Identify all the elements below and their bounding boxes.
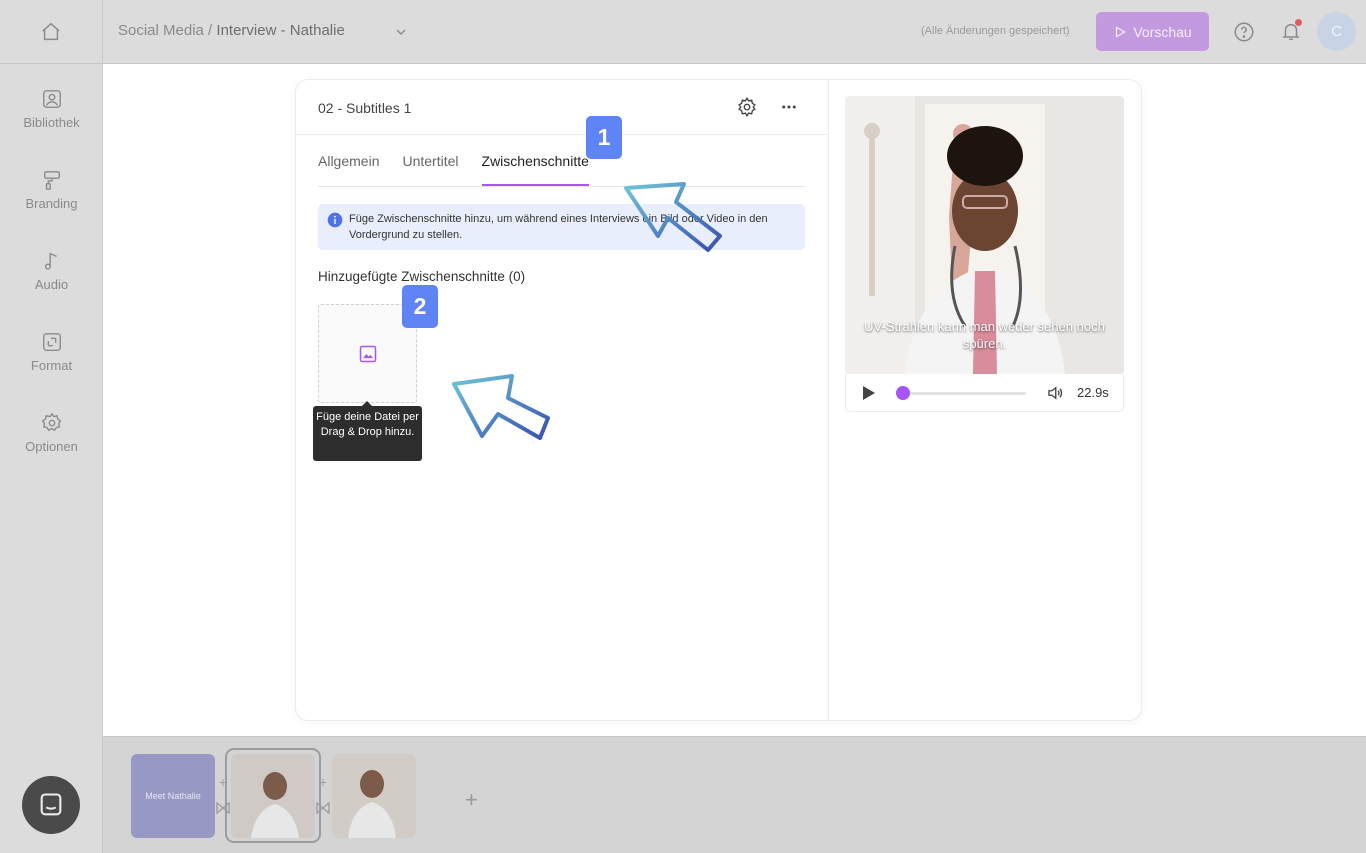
chat-support-button[interactable]	[22, 776, 80, 834]
avatar[interactable]: C	[1317, 12, 1356, 51]
step-badge-2: 2	[402, 285, 438, 328]
pointer-arrow-icon	[624, 182, 722, 252]
tab-allgemein[interactable]: Allgemein	[318, 153, 379, 186]
breadcrumb-current: Interview - Nathalie	[216, 22, 345, 39]
tabs-underline	[318, 186, 805, 187]
scene-thumbnail-image	[231, 754, 315, 838]
sidebar-item-label: Optionen	[25, 439, 78, 454]
add-scene-button[interactable]: +	[465, 787, 478, 813]
more-options-icon[interactable]	[780, 98, 798, 116]
preview-button-label: Vorschau	[1133, 23, 1192, 40]
video-time: 22.9s	[1077, 385, 1109, 400]
added-cutaways-title: Hinzugefügte Zwischenschnitte (0)	[318, 269, 526, 284]
sidebar-item-format[interactable]: Format	[0, 331, 103, 373]
image-icon	[42, 90, 61, 108]
info-icon	[327, 212, 343, 228]
info-banner: Füge Zwischenschnitte hinzu, um während …	[318, 204, 805, 250]
scene-title: 02 - Subtitles 1	[318, 100, 412, 116]
breadcrumb-parent[interactable]: Social Media	[118, 22, 204, 39]
sidebar-item-optionen[interactable]: Optionen	[0, 412, 103, 454]
resize-icon	[42, 333, 61, 351]
tab-zwischenschnitte[interactable]: Zwischenschnitte	[481, 153, 589, 186]
music-note-icon	[44, 252, 57, 270]
scene-thumbnail[interactable]: Meet Nathalie	[131, 754, 215, 838]
step-badge-1: 1	[586, 116, 622, 159]
progress-thumb[interactable]	[896, 386, 911, 400]
breadcrumb: Social Media / Interview - Nathalie	[118, 22, 345, 39]
main-area: 02 - Subtitles 1 Allgemein Untertitel Zw…	[103, 64, 1366, 736]
sidebar-item-branding[interactable]: Branding	[0, 169, 103, 211]
sidebar-item-label: Bibliothek	[23, 115, 80, 130]
topbar: Social Media / Interview - Nathalie (All…	[103, 0, 1366, 64]
scene-editor-card: 02 - Subtitles 1 Allgemein Untertitel Zw…	[296, 80, 1141, 720]
scene-filmstrip: Meet Nathalie + + +	[103, 736, 1366, 853]
gear-icon	[41, 412, 61, 432]
video-subtitle: UV-Strahlen kann man weder sehen noch sp…	[864, 319, 1105, 351]
sidebar-item-bibliothek[interactable]: Bibliothek	[0, 88, 103, 130]
chat-icon	[40, 793, 62, 816]
play-icon[interactable]	[862, 385, 876, 401]
sidebar-item-label: Audio	[34, 277, 69, 292]
chevron-down-icon[interactable]	[393, 24, 409, 40]
paint-roller-icon	[43, 171, 60, 190]
add-between-icon[interactable]: +	[315, 774, 331, 790]
volume-icon[interactable]	[1045, 384, 1065, 402]
header-divider	[296, 134, 828, 135]
help-icon[interactable]	[1233, 21, 1255, 43]
panel-divider	[828, 80, 829, 720]
home-icon	[42, 22, 60, 40]
sidebar-item-label: Format	[30, 358, 73, 373]
tab-bar: Allgemein Untertitel Zwischenschnitte	[318, 153, 612, 186]
transition-icon[interactable]	[316, 802, 330, 814]
scene-thumbnail-label: Meet Nathalie	[145, 791, 201, 801]
sidebar-item-audio[interactable]: Audio	[0, 250, 103, 292]
dropzone-tooltip: Füge deine Datei per Drag & Drop hinzu.	[313, 401, 422, 461]
save-status: (Alle Änderungen gespeichert)	[921, 25, 1070, 37]
scene-thumbnail-image	[332, 754, 416, 838]
sidebar-item-label: Branding	[25, 196, 78, 211]
video-preview[interactable]: UV-Strahlen kann man weder sehen noch sp…	[845, 96, 1124, 374]
sidebar: Bibliothek Branding Audio Format Optione…	[0, 0, 103, 853]
settings-gear-icon[interactable]	[736, 96, 758, 118]
notification-dot	[1295, 19, 1302, 26]
preview-button[interactable]: Vorschau	[1096, 12, 1209, 51]
home-button[interactable]	[0, 0, 102, 64]
tab-untertitel[interactable]: Untertitel	[402, 153, 458, 186]
scene-thumbnail[interactable]	[332, 754, 416, 838]
play-outline-icon	[1116, 25, 1127, 38]
scene-thumbnail[interactable]	[231, 754, 315, 838]
pointer-arrow-icon	[452, 374, 550, 440]
progress-track[interactable]	[898, 392, 1026, 395]
video-controls: 22.9s	[845, 374, 1124, 412]
breadcrumb-separator: /	[203, 22, 217, 39]
image-upload-icon	[359, 345, 376, 362]
